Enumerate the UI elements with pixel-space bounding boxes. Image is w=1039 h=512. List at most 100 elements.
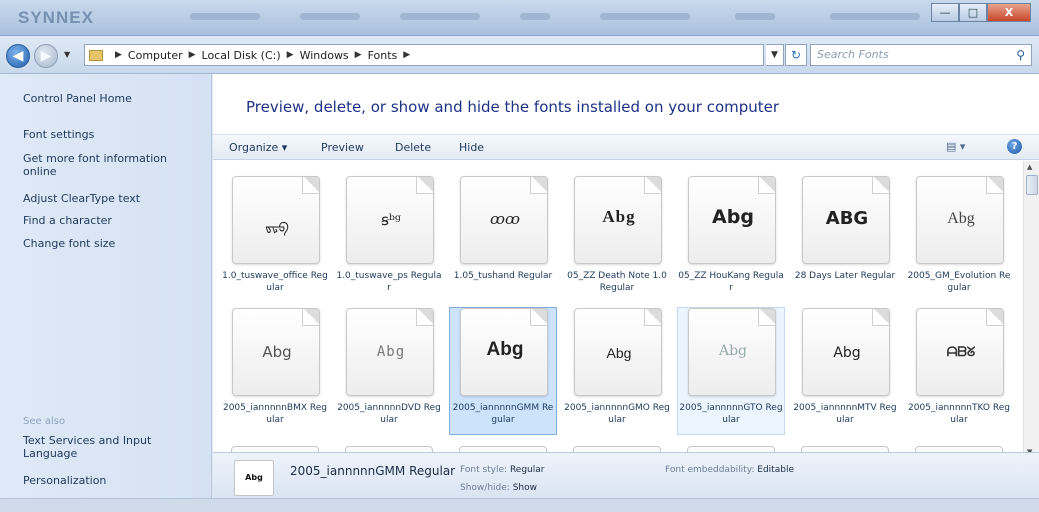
font-sample: ᢐᢑᢒ xyxy=(265,221,289,236)
breadcrumb-separator-icon[interactable]: ▶ xyxy=(189,50,196,60)
font-tile-selected[interactable]: Abg 2005_iannnnnGMM Regular xyxy=(449,307,557,435)
font-tile[interactable]: Abg 2005_iannnnnGMO Regular xyxy=(563,307,671,435)
selected-font-thumbnail: Abg xyxy=(234,460,274,496)
address-bar[interactable]: ▶ Computer ▶ Local Disk (C:) ▶ Windows ▶… xyxy=(84,44,764,66)
font-sample: Abg xyxy=(718,343,748,359)
breadcrumb-windows[interactable]: Windows xyxy=(300,49,349,62)
font-tile[interactable]: Abg 2005_GM_Evolution Regular xyxy=(905,175,1013,303)
font-tile[interactable]: Abg 2005_iannnnnBMX Regular xyxy=(221,307,329,435)
font-label: 1.0_tuswave_office Regular xyxy=(222,271,328,293)
font-settings-link[interactable]: Font settings xyxy=(23,128,94,141)
details-pane: Abg 2005_iannnnnGMM Regular Font style: … xyxy=(213,452,1039,498)
font-file-icon: ABG xyxy=(802,176,890,264)
font-sample: Abg xyxy=(606,345,632,361)
personalization-link[interactable]: Personalization xyxy=(23,474,106,487)
font-tile[interactable]: Abg 05_ZZ Death Note 1.0 Regular xyxy=(563,175,671,303)
organize-menu[interactable]: Organize ▾ xyxy=(229,141,287,154)
refresh-icon[interactable]: ↻ xyxy=(785,44,807,66)
text-services-link[interactable]: Text Services and Input Language xyxy=(23,434,183,460)
font-file-icon: Abg xyxy=(688,176,776,264)
font-sample: Abg xyxy=(262,343,292,361)
search-icon[interactable]: ⚲ xyxy=(1016,45,1025,65)
find-character-link[interactable]: Find a character xyxy=(23,214,112,227)
font-sample: Abg xyxy=(602,207,636,226)
font-file-icon: ᗩᗷᘜ xyxy=(916,308,1004,396)
font-label: 2005_iannnnnGMO Regular xyxy=(564,403,670,425)
blurred-title-text xyxy=(830,13,920,20)
back-button[interactable]: ◀ xyxy=(6,44,30,68)
font-label: 28 Days Later Regular xyxy=(794,271,896,281)
font-tile[interactable]: ꝏꝏ 1.05_tushand Regular xyxy=(449,175,557,303)
minimize-button[interactable]: — xyxy=(931,3,959,22)
font-tile[interactable]: ABG 28 Days Later Regular xyxy=(791,175,899,303)
font-label: 2005_iannnnnMTV Regular xyxy=(793,403,897,425)
font-file-icon: Abg xyxy=(574,308,662,396)
font-tile[interactable]: Abg 2005_iannnnnDVD Regular xyxy=(335,307,443,435)
breadcrumb-separator-icon[interactable]: ▶ xyxy=(355,50,362,60)
breadcrumb-computer[interactable]: Computer xyxy=(128,49,183,62)
blurred-title-text xyxy=(735,13,775,20)
font-style-label: Font style: xyxy=(460,465,508,475)
font-label: 2005_iannnnnGTO Regular xyxy=(679,403,783,425)
font-file-icon: Abg xyxy=(460,308,548,396)
font-file-icon: ꝏꝏ xyxy=(460,176,548,264)
font-tile-hovered[interactable]: Abg 2005_iannnnnGTO Regular xyxy=(677,307,785,435)
breadcrumb-fonts[interactable]: Fonts xyxy=(368,49,398,62)
font-label: 05_ZZ Death Note 1.0 Regular xyxy=(567,271,667,293)
blurred-title-text xyxy=(190,13,260,20)
font-tile[interactable]: ᢐᢑᢒ 1.0_tuswave_office Regular xyxy=(221,175,329,303)
see-also-heading: See also xyxy=(23,416,66,427)
font-tile[interactable]: Abg 05_ZZ HouKang Regular xyxy=(677,175,785,303)
delete-button[interactable]: Delete xyxy=(395,141,431,154)
show-hide-label: Show/hide: xyxy=(460,483,510,493)
font-file-icon: Abg xyxy=(916,176,1004,264)
get-more-font-information-link[interactable]: Get more font information online xyxy=(23,152,193,178)
partial-row xyxy=(231,440,1021,452)
font-tile[interactable]: Abg 2005_iannnnnMTV Regular xyxy=(791,307,899,435)
title-bar: SYNNEX — □ X xyxy=(0,0,1039,36)
breadcrumb-separator-icon[interactable]: ▶ xyxy=(403,50,410,60)
font-sample: Abg xyxy=(947,210,975,227)
control-panel-home-link[interactable]: Control Panel Home xyxy=(23,92,132,105)
search-placeholder: Search Fonts xyxy=(817,48,889,61)
maximize-button[interactable]: □ xyxy=(959,3,987,22)
font-tile[interactable]: ᗩᗷᘜ 2005_iannnnnTKO Regular xyxy=(905,307,1013,435)
font-sample: ꝏꝏ xyxy=(490,210,520,228)
embeddability-value: Editable xyxy=(757,465,794,475)
show-hide-value: Show xyxy=(512,483,537,493)
scrollbar-thumb[interactable] xyxy=(1026,175,1038,195)
hide-button[interactable]: Hide xyxy=(459,141,484,154)
font-sample: Abg xyxy=(486,339,524,360)
recent-pages-dropdown-icon[interactable]: ▼ xyxy=(64,50,70,59)
selected-font-name: 2005_iannnnnGMM Regular xyxy=(290,464,456,478)
font-label: 2005_iannnnnTKO Regular xyxy=(908,403,1010,425)
font-file-icon: ᢐᢑᢒ xyxy=(232,176,320,264)
font-file-icon: Abg xyxy=(346,308,434,396)
font-label: 05_ZZ HouKang Regular xyxy=(678,271,784,293)
search-input[interactable]: Search Fonts ⚲ xyxy=(810,44,1032,66)
view-options-icon[interactable]: ▤ ▾ xyxy=(946,140,965,153)
address-dropdown-icon[interactable]: ▼ xyxy=(766,44,784,66)
breadcrumb-separator-icon[interactable]: ▶ xyxy=(115,50,122,60)
font-file-icon: Abg xyxy=(232,308,320,396)
close-button[interactable]: X xyxy=(987,3,1031,22)
font-tile[interactable]: ꞩᵇᵍ 1.0_tuswave_ps Regular xyxy=(335,175,443,303)
font-style-field: Font style: Regular xyxy=(460,465,544,475)
scroll-up-icon[interactable]: ▲ xyxy=(1027,163,1032,171)
blurred-title-text xyxy=(600,13,690,20)
breadcrumb-separator-icon[interactable]: ▶ xyxy=(287,50,294,60)
font-label: 2005_iannnnnBMX Regular xyxy=(222,403,327,425)
content-pane: Preview, delete, or show and hide the fo… xyxy=(213,74,1039,498)
blurred-title-text xyxy=(400,13,480,20)
command-bar: Organize ▾ Preview Delete Hide ▤ ▾ ? xyxy=(213,134,1039,160)
font-sample: ᗩᗷᘜ xyxy=(946,345,976,360)
help-icon[interactable]: ? xyxy=(1007,139,1022,154)
blurred-title-text xyxy=(300,13,360,20)
change-font-size-link[interactable]: Change font size xyxy=(23,237,115,250)
adjust-cleartype-link[interactable]: Adjust ClearType text xyxy=(23,192,140,205)
forward-button[interactable]: ▶ xyxy=(34,44,58,68)
left-task-pane: Control Panel Home Font settings Get mor… xyxy=(0,74,212,498)
breadcrumb-local-disk[interactable]: Local Disk (C:) xyxy=(202,49,281,62)
vertical-scrollbar[interactable]: ▲ ▼ xyxy=(1023,161,1039,458)
preview-button[interactable]: Preview xyxy=(321,141,364,154)
